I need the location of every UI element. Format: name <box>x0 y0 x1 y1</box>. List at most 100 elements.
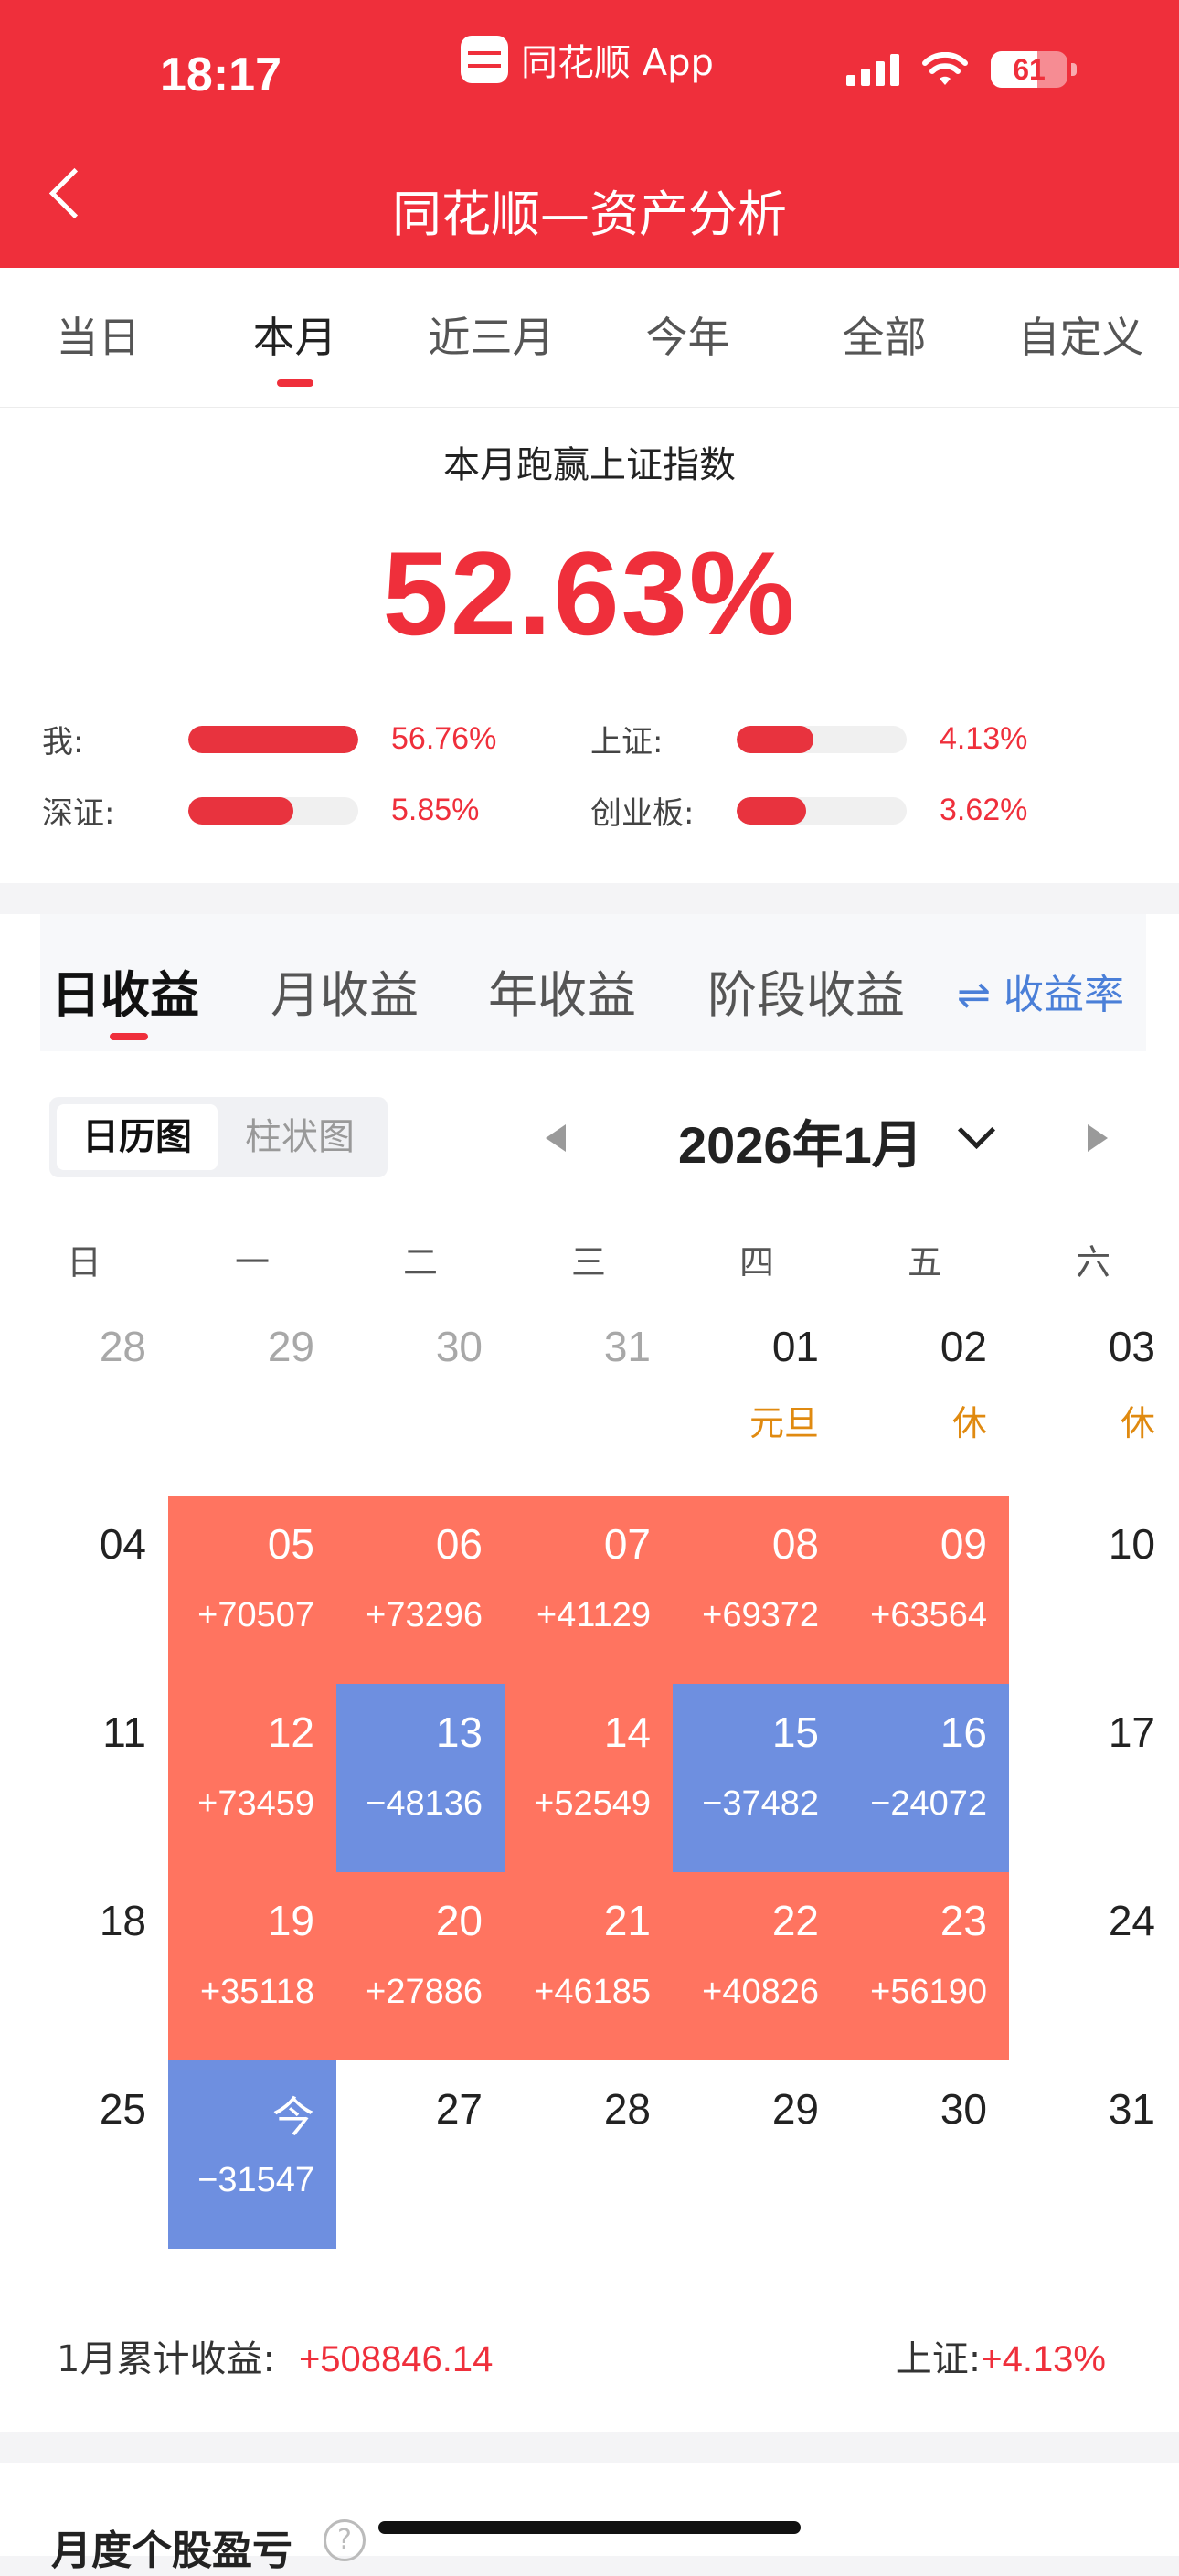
period-tabs: 当日 本月 近三月 今年 全部 自定义 <box>0 268 1179 408</box>
bar-view-button[interactable]: 柱状图 <box>219 1104 380 1170</box>
day-profit: −24072 <box>870 1784 987 1823</box>
day-number: 09 <box>940 1520 987 1568</box>
day-profit: +46185 <box>534 1973 651 2011</box>
day-number: 10 <box>1108 1520 1155 1568</box>
calendar-day[interactable]: 13 −48136 <box>336 1684 505 1872</box>
holiday-tag: 元旦 <box>749 1403 819 1443</box>
bar-row-shanghai: 上证: 4.13% <box>590 717 1027 761</box>
calendar-day[interactable]: 20 +27886 <box>336 1872 505 2060</box>
day-number: 03 <box>1108 1323 1155 1370</box>
index-return: 上证:+4.13% <box>896 2329 1106 2382</box>
day-number: 11 <box>102 1708 146 1756</box>
tab-period[interactable]: 自定义 <box>982 268 1179 407</box>
calendar-day[interactable]: 27 <box>336 2060 505 2249</box>
calendar-day[interactable]: 24 <box>1009 1872 1177 2060</box>
chevron-down-icon[interactable] <box>957 1111 996 1150</box>
help-icon[interactable]: ? <box>324 2519 366 2561</box>
weekday-label: 日 <box>66 1242 101 1283</box>
calendar-day[interactable]: 09 +63564 <box>841 1496 1009 1684</box>
day-number: 28 <box>99 1323 146 1370</box>
tab-monthly-profit[interactable]: 月收益 <box>271 954 419 1027</box>
calendar-day[interactable]: 08 +69372 <box>673 1496 841 1684</box>
home-indicator[interactable] <box>378 2521 801 2534</box>
calendar-day[interactable]: 11 <box>0 1684 168 1872</box>
tab-period[interactable]: 当日 <box>0 268 196 407</box>
calendar-day[interactable]: 30 <box>841 2060 1009 2249</box>
day-number: 25 <box>99 2085 146 2133</box>
calendar-day[interactable]: 28 <box>0 1298 168 1486</box>
day-profit: −37482 <box>702 1784 819 1823</box>
day-profit: +52549 <box>534 1784 651 1823</box>
day-profit: +40826 <box>702 1973 819 2011</box>
weekday-label: 一 <box>234 1242 270 1283</box>
calendar-day[interactable]: 19 +35118 <box>168 1872 336 2060</box>
calendar-day[interactable]: 01 元旦 <box>673 1298 841 1486</box>
calendar-day[interactable]: 12 +73459 <box>168 1684 336 1872</box>
bar-label: 创业板: <box>590 795 695 832</box>
calendar-day[interactable]: 03 休 <box>1009 1298 1177 1486</box>
bar-track <box>188 725 358 753</box>
month-selector[interactable]: 2026年1月 <box>678 1104 923 1178</box>
calendar-day[interactable]: 30 <box>336 1298 505 1486</box>
status-app-label: 同花顺 App <box>521 42 714 84</box>
calendar-day[interactable]: 06 +73296 <box>336 1496 505 1684</box>
weekday-label: 六 <box>1075 1242 1110 1283</box>
bar-fill <box>188 725 358 753</box>
calendar-day[interactable]: 15 −37482 <box>673 1684 841 1872</box>
tab-period-profit[interactable]: 阶段收益 <box>707 954 905 1027</box>
calendar-day[interactable]: 02 休 <box>841 1298 1009 1486</box>
day-number: 31 <box>1108 2085 1155 2133</box>
weekday-label: 四 <box>738 1242 774 1283</box>
tab-daily-profit[interactable]: 日收益 <box>51 954 199 1027</box>
day-number: 16 <box>940 1708 987 1756</box>
tab-period[interactable]: 全部 <box>786 268 982 407</box>
day-profit: +27886 <box>366 1973 483 2011</box>
status-app[interactable]: 同花顺 App <box>461 33 714 86</box>
calendar-day[interactable]: 31 <box>1009 2060 1177 2249</box>
calendar-day[interactable]: 25 <box>0 2060 168 2249</box>
index-return-value: +4.13% <box>981 2339 1106 2379</box>
calendar-day[interactable]: 31 <box>505 1298 673 1486</box>
day-number: 今 <box>272 2093 314 2141</box>
calendar-day[interactable]: 14 +52549 <box>505 1684 673 1872</box>
holiday-tag: 休 <box>1120 1403 1155 1443</box>
calendar-view-button[interactable]: 日历图 <box>57 1104 218 1170</box>
calendar-day[interactable]: 04 <box>0 1496 168 1684</box>
status-indicators: 61 <box>846 51 1077 88</box>
tab-period[interactable]: 近三月 <box>393 268 590 407</box>
day-number: 31 <box>603 1323 651 1370</box>
calendar-day[interactable]: 29 <box>673 2060 841 2249</box>
calendar-day[interactable]: 18 <box>0 1872 168 2060</box>
day-profit: +73296 <box>366 1596 483 1634</box>
calendar-day[interactable]: 28 <box>505 2060 673 2249</box>
calendar-day[interactable]: 今 −31547 <box>168 2060 336 2249</box>
tab-period[interactable]: 今年 <box>590 268 786 407</box>
bar-value: 5.85% <box>391 793 480 827</box>
bar-row-chinext: 创业板: 3.62% <box>590 788 1027 833</box>
battery-icon: 61 <box>991 51 1067 88</box>
monthly-stock-section: 月度个股盈亏 ? <box>0 2463 1179 2574</box>
calendar-day[interactable]: 17 <box>1009 1684 1177 1872</box>
active-tab-indicator <box>110 1033 148 1040</box>
calendar-day[interactable]: 10 <box>1009 1496 1177 1684</box>
day-number: 17 <box>1108 1708 1155 1756</box>
calendar-day[interactable]: 05 +70507 <box>168 1496 336 1684</box>
calendar-day[interactable]: 21 +46185 <box>505 1872 673 2060</box>
bar-label: 深证: <box>42 795 115 832</box>
calendar-day[interactable]: 23 +56190 <box>841 1872 1009 2060</box>
day-number: 18 <box>99 1897 146 1944</box>
cellular-signal-icon <box>846 53 899 86</box>
calendar-day[interactable]: 07 +41129 <box>505 1496 673 1684</box>
day-number: 19 <box>267 1897 314 1944</box>
calendar-day[interactable]: 29 <box>168 1298 336 1486</box>
tab-yearly-profit[interactable]: 年收益 <box>488 954 636 1027</box>
calendar-day[interactable]: 16 −24072 <box>841 1684 1009 1872</box>
header: 18:17 同花顺 App 61 同花顺—资产分析 <box>0 0 1179 268</box>
tab-period[interactable]: 本月 <box>196 268 393 407</box>
bar-track <box>737 796 907 825</box>
weekday-label: 五 <box>907 1242 942 1283</box>
prev-month-icon[interactable] <box>546 1124 566 1152</box>
calendar-day[interactable]: 22 +40826 <box>673 1872 841 2060</box>
next-month-icon[interactable] <box>1088 1124 1108 1152</box>
return-rate-toggle[interactable]: ⇌ 收益率 <box>957 962 1124 1020</box>
